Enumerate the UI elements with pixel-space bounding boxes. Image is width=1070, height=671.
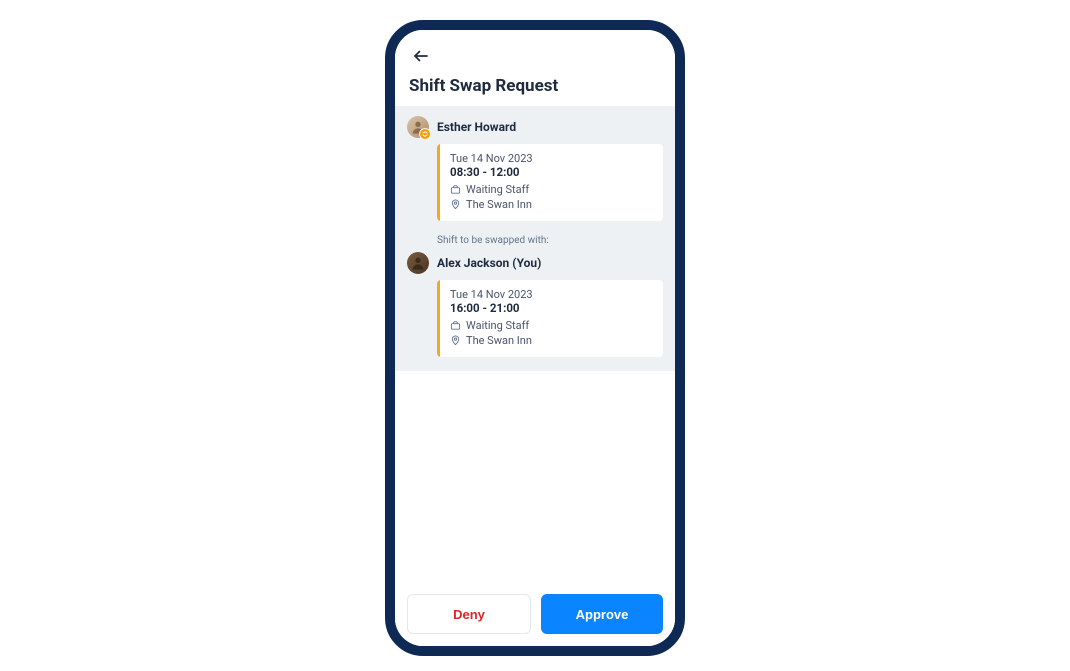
target-avatar — [407, 252, 429, 274]
shift-location: The Swan Inn — [450, 334, 653, 347]
swap-with-label: Shift to be swapped with: — [437, 235, 663, 246]
approve-button[interactable]: Approve — [541, 594, 663, 634]
page-title: Shift Swap Request — [409, 76, 661, 96]
swap-details-section: Esther Howard Tue 14 Nov 2023 08:30 - 12… — [395, 106, 675, 371]
shift-date: Tue 14 Nov 2023 — [450, 288, 653, 301]
target-shift-card: Tue 14 Nov 2023 16:00 - 21:00 Waiting St… — [437, 280, 663, 357]
shift-time: 16:00 - 21:00 — [450, 301, 653, 315]
phone-frame: Shift Swap Request — [385, 20, 685, 656]
swap-badge-icon — [419, 128, 431, 140]
requester-avatar — [407, 116, 429, 138]
target-name: Alex Jackson (You) — [437, 256, 541, 270]
footer-actions: Deny Approve — [395, 584, 675, 646]
briefcase-icon — [450, 320, 461, 331]
shift-role: Waiting Staff — [450, 183, 653, 196]
header: Shift Swap Request — [395, 30, 675, 106]
briefcase-icon — [450, 184, 461, 195]
location-pin-icon — [450, 335, 461, 346]
shift-time: 08:30 - 12:00 — [450, 165, 653, 179]
requester-shift-card: Tue 14 Nov 2023 08:30 - 12:00 Waiting St… — [437, 144, 663, 221]
person-icon — [410, 255, 426, 271]
shift-date: Tue 14 Nov 2023 — [450, 152, 653, 165]
target-row: Alex Jackson (You) — [407, 252, 663, 274]
requester-row: Esther Howard — [407, 116, 663, 138]
requester-name: Esther Howard — [437, 120, 516, 134]
content-spacer — [395, 371, 675, 584]
screen: Shift Swap Request — [395, 30, 675, 646]
back-button[interactable] — [409, 44, 433, 68]
deny-button[interactable]: Deny — [407, 594, 531, 634]
location-pin-icon — [450, 199, 461, 210]
arrow-left-icon — [412, 47, 430, 65]
shift-role: Waiting Staff — [450, 319, 653, 332]
shift-location: The Swan Inn — [450, 198, 653, 211]
